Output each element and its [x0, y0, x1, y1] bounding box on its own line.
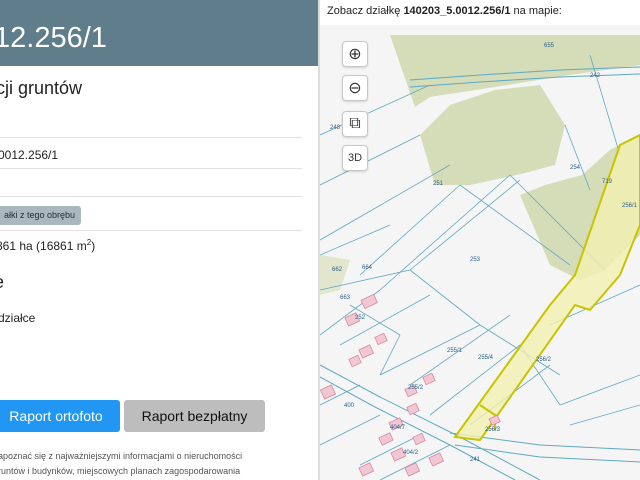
divider — [0, 196, 302, 197]
divider — [0, 168, 302, 169]
layers-button[interactable]: ⧉ — [342, 111, 368, 137]
parcel-label: 242 — [590, 73, 601, 79]
parcel-label: 719 — [602, 179, 613, 185]
3d-view-button[interactable]: 3D — [342, 145, 368, 171]
title-bar: 12.256/1 — [0, 0, 318, 66]
section-heading: e — [0, 272, 4, 293]
area-close: ) — [91, 239, 96, 253]
3d-view-label: 3D — [347, 152, 363, 164]
parcel-label: 255/1 — [447, 348, 463, 354]
info-text: działce — [0, 311, 36, 325]
parcel-label: 252 — [355, 315, 366, 321]
area-value: 861 ha (16861 m — [0, 239, 87, 253]
parcel-label: 241 — [470, 457, 481, 463]
road-line — [454, 444, 640, 463]
parcel-label: 253 — [470, 257, 481, 263]
map-header-prefix: Zobacz działkę — [327, 5, 404, 17]
divider — [0, 230, 302, 231]
map-header: Zobacz działkę 140203_5.0012.256/1 na ma… — [327, 5, 562, 17]
layers-icon: ⧉ — [349, 115, 361, 132]
parcel-label: 663 — [340, 295, 351, 301]
page: 12.256/1 cji gruntów 0012.256/1 ałki z t… — [0, 0, 640, 480]
zoom-out-icon: ⊖ — [348, 80, 362, 97]
info-note: apoznać się z najważniejszymi informacja… — [0, 449, 298, 479]
page-title: 12.256/1 — [0, 22, 107, 54]
note-line-2: runtów i budynków, miejscowych planach z… — [0, 466, 241, 476]
map-canvas[interactable] — [320, 25, 640, 480]
parcel-area: 861 ha (16861 m2) — [0, 238, 95, 253]
divider — [0, 137, 302, 138]
zoom-in-icon: ⊕ — [348, 46, 362, 63]
zoom-in-button[interactable]: ⊕ — [342, 41, 368, 67]
parcel-label: 256/3 — [485, 427, 501, 433]
parcel-label: 251 — [433, 181, 444, 187]
parcel-label: 254 — [570, 165, 581, 171]
parcel-info-panel: 12.256/1 cji gruntów 0012.256/1 ałki z t… — [0, 0, 318, 480]
section-title: cji gruntów — [0, 78, 83, 98]
parcel-label: 256/1 — [622, 203, 638, 209]
free-report-button[interactable]: Raport bezpłatny — [124, 400, 265, 432]
parcel-label: 400 — [344, 403, 355, 409]
parcel-map[interactable]: 655 242 248 251 254 719 256/1 253 662 664 663 252 25… — [320, 25, 640, 480]
ortho-report-button[interactable]: Raport ortofoto — [0, 400, 120, 432]
parcel-id: 0012.256/1 — [0, 148, 59, 162]
parcel-label: 248 — [330, 125, 341, 131]
parcel-label: 655 — [544, 43, 555, 49]
parcel-label: 664 — [362, 265, 373, 271]
parcel-label: 662 — [332, 267, 343, 273]
parcel-label: 255/4 — [478, 355, 494, 361]
parcel-label: 255/2 — [408, 385, 424, 391]
parcel-label: 256/2 — [536, 357, 552, 363]
map-panel: Zobacz działkę 140203_5.0012.256/1 na ma… — [320, 0, 640, 480]
parcels-in-precinct-button[interactable]: ałki z tego obrębu — [0, 206, 82, 225]
map-header-parcel: 140203_5.0012.256/1 — [403, 5, 511, 17]
map-header-suffix: na mapie: — [510, 5, 562, 17]
note-line-1: apoznać się z najważniejszymi informacja… — [0, 451, 243, 461]
parcel-label: 404/2 — [403, 450, 419, 456]
parcel-label: 404/7 — [390, 425, 406, 431]
zoom-out-button[interactable]: ⊖ — [342, 75, 368, 101]
